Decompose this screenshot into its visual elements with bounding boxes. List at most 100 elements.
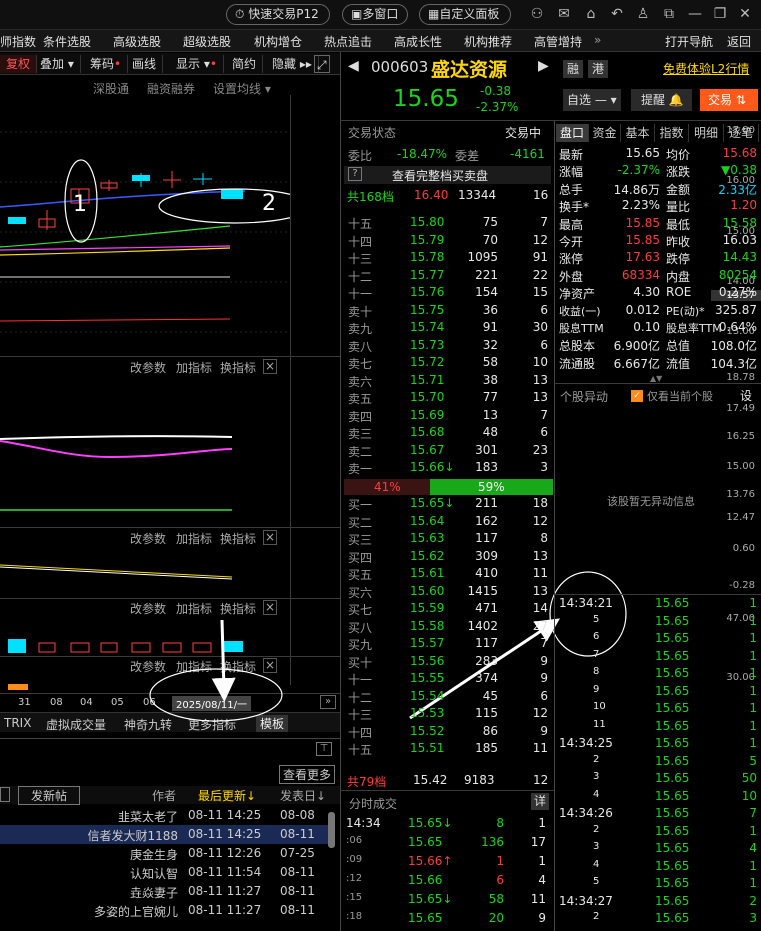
book-level-label: 十三: [348, 252, 373, 266]
filter-box[interactable]: [0, 787, 10, 802]
collapse-icon[interactable]: ⊤: [316, 742, 332, 756]
post-date-header[interactable]: 发表日↓: [280, 787, 326, 804]
quote-value: 104.3亿: [710, 356, 757, 371]
detail-price: 15.65: [655, 771, 690, 785]
only-current-label: 仅看当前个股: [647, 390, 713, 403]
forum-author: 庚金生身: [129, 848, 178, 862]
book-level-label: 买二: [348, 515, 373, 530]
detail-price: 15.65: [655, 666, 690, 680]
quote-value: 325.87: [715, 302, 757, 317]
tab-detail[interactable]: 明细: [689, 124, 724, 142]
self-select-button[interactable]: 自选 — ▾: [563, 89, 621, 111]
tab-funds[interactable]: 资金: [589, 124, 621, 142]
quote-value: 17.63: [625, 250, 660, 265]
tick-volume: 58: [488, 892, 504, 906]
ratio-sell: 41%: [374, 480, 401, 494]
sell-total-label: 共168档: [347, 190, 394, 204]
book-volume: 58: [482, 355, 498, 369]
book-level-label: 买八: [348, 620, 373, 635]
detail-price: 15.65: [655, 613, 690, 628]
forum-header: 发新帖 作者 最后更新↓ 发表日↓: [0, 786, 340, 805]
book-count: 13: [532, 372, 548, 387]
book-volume: 283: [475, 653, 498, 668]
tab-basic[interactable]: 基本: [621, 124, 655, 142]
quote-label: 跌停: [666, 252, 691, 267]
forum-post-date: 08-08: [280, 808, 315, 822]
remind-button[interactable]: 提醒 🔔: [631, 89, 692, 111]
margin-tag[interactable]: 融: [563, 60, 583, 78]
detail-volume: 1: [749, 596, 757, 610]
tick-time: :06: [346, 835, 363, 846]
prev-stock-icon[interactable]: ◀: [348, 58, 359, 74]
forum-scrollbar[interactable]: [328, 812, 335, 848]
book-level-label: 十一: [348, 287, 373, 301]
book-price: 15.62: [410, 548, 445, 563]
tick-volume: 1: [496, 854, 504, 868]
book-count: 11: [532, 741, 548, 755]
tab-tick-by-tick[interactable]: 逐笔: [724, 124, 759, 142]
book-level-label: 买七: [348, 603, 373, 617]
book-count: 13: [532, 390, 548, 404]
book-volume: 1095: [467, 250, 498, 264]
tick-time: :15: [346, 892, 363, 903]
tick-count: 1: [538, 854, 546, 868]
tick-count: 1: [538, 816, 546, 830]
book-level-label: 十五: [348, 743, 373, 757]
only-current-checkbox[interactable]: ✓: [631, 390, 643, 402]
abnormal-settings-button[interactable]: 设: [740, 387, 752, 404]
quote-label: 流值: [666, 356, 691, 371]
view-full-book-button[interactable]: ? 查看完整档买卖盘: [344, 166, 551, 184]
book-price: 15.57: [410, 636, 445, 650]
detail-volume: 1: [749, 683, 757, 698]
tick-volume: 136: [481, 835, 504, 849]
forum-row[interactable]: 认知认智 08-11 11:54 08-11: [0, 863, 328, 882]
book-price: 15.53: [410, 706, 445, 720]
book-volume: 75: [482, 215, 498, 229]
hk-tag[interactable]: 港: [588, 60, 608, 78]
detail-price: 15.65: [655, 596, 690, 610]
book-volume: 38: [482, 372, 498, 387]
drag-handle-icon[interactable]: ▲▼: [650, 374, 662, 383]
weibi-value: -18.47%: [397, 147, 448, 161]
book-level-label: 卖七: [348, 357, 373, 371]
detail-price: 15.65: [655, 753, 690, 768]
book-volume: 45: [482, 688, 498, 703]
tab-index[interactable]: 指数: [655, 124, 689, 142]
forum-last-update: 08-11 11:27: [188, 903, 262, 917]
book-volume: 117: [475, 531, 498, 545]
forum-last-update: 08-11 11:27: [188, 884, 262, 898]
new-post-button[interactable]: 发新帖: [18, 786, 81, 805]
detail-price: 15.65: [655, 701, 690, 715]
panel-divider: [340, 790, 554, 791]
forum-divider: [0, 738, 340, 739]
quote-value: 0.64%: [718, 320, 757, 334]
forum-row[interactable]: 信者发大财1188 08-11 14:25 08-11: [0, 825, 328, 844]
trade-label: 交易: [708, 93, 733, 107]
view-more-button[interactable]: 查看更多: [279, 765, 336, 784]
quote-label: 最新: [559, 148, 584, 162]
book-level-label: 卖八: [348, 339, 373, 354]
book-level-label: 卖五: [348, 392, 373, 406]
book-volume: 13: [482, 407, 498, 422]
next-stock-icon[interactable]: ▶: [538, 58, 549, 74]
quote-value: 0.27%: [718, 285, 757, 300]
l2-trial-link[interactable]: 免费体验L2行情: [663, 60, 749, 77]
book-volume: 1402: [467, 618, 498, 633]
detail-price: 15.65: [655, 631, 690, 645]
forum-row[interactable]: 垚焱妻子 08-11 11:27 08-11: [0, 882, 328, 901]
forum-row[interactable]: 庚金生身 08-11 12:26 07-25: [0, 844, 328, 863]
tab-pankou[interactable]: 盘口: [556, 124, 589, 142]
last-price: 15.65: [393, 86, 459, 112]
forum-row[interactable]: 韭菜太老了 08-11 14:25 08-08: [0, 806, 328, 825]
forum-row[interactable]: 多姿的上官婉儿 08-11 11:27 08-11: [0, 901, 328, 920]
trade-button[interactable]: 交易 ⇅: [700, 89, 758, 111]
book-volume: 70: [482, 232, 498, 247]
last-update-header[interactable]: 最后更新↓: [198, 787, 256, 804]
tick-volume: 20: [488, 911, 504, 925]
ticks-detail-button[interactable]: 详: [531, 793, 549, 810]
book-level-label: 十五: [348, 217, 373, 231]
quote-label: 总值: [666, 339, 691, 354]
panel-divider: [554, 594, 761, 595]
book-volume: 115: [475, 706, 498, 720]
detail-volume: 1: [749, 876, 757, 890]
